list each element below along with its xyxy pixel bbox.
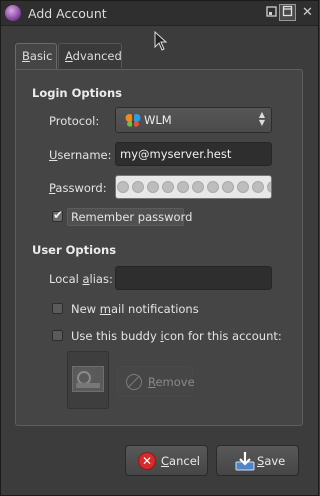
password-mask-dot bbox=[252, 181, 264, 193]
password-mask-dot bbox=[117, 181, 129, 193]
protocol-label: Protocol: bbox=[49, 114, 100, 128]
save-button[interactable]: Save bbox=[216, 445, 299, 476]
maximize-icon[interactable] bbox=[279, 4, 296, 21]
tab-basic[interactable]: Basic bbox=[15, 43, 57, 70]
username-label: Username: bbox=[49, 148, 112, 162]
updown-arrows-icon: ▲ ▼ bbox=[258, 110, 266, 127]
buddy-icon-label[interactable]: Use this buddy icon for this account: bbox=[71, 329, 282, 343]
remove-label: Remove bbox=[148, 375, 195, 389]
password-input[interactable] bbox=[115, 175, 272, 199]
local-alias-label: Local alias: bbox=[49, 272, 113, 286]
password-mask bbox=[117, 181, 271, 195]
password-mask-dot bbox=[207, 181, 219, 193]
protocol-value: WLM bbox=[144, 113, 172, 127]
remove-button[interactable]: Remove bbox=[117, 366, 195, 397]
password-mask-dot bbox=[192, 181, 204, 193]
password-mask-dot bbox=[132, 181, 144, 193]
remember-password-checkbox[interactable]: ✔ bbox=[52, 208, 64, 222]
password-mask-dot bbox=[237, 181, 249, 193]
buddy-image-icon bbox=[72, 366, 104, 392]
buddy-icon-checkbox[interactable] bbox=[52, 330, 63, 341]
restore-icon[interactable] bbox=[264, 5, 279, 20]
wlm-butterfly-icon bbox=[125, 114, 141, 127]
password-mask-dot bbox=[222, 181, 234, 193]
check-icon: ✔ bbox=[53, 208, 64, 222]
remember-password-label[interactable]: Remember password bbox=[71, 210, 192, 224]
login-options-heading: Login Options bbox=[32, 86, 122, 100]
new-mail-label[interactable]: New mail notifications bbox=[71, 302, 199, 316]
protocol-select[interactable]: WLM ▲ ▼ bbox=[115, 107, 272, 133]
cancel-button[interactable]: ✕ Cancel bbox=[125, 445, 208, 476]
user-options-heading: User Options bbox=[32, 243, 117, 257]
username-input[interactable]: my@myserver.hest bbox=[115, 142, 272, 166]
password-mask-dot bbox=[177, 181, 189, 193]
title-bar: Add Account ✕ bbox=[1, 1, 318, 26]
mouse-cursor-icon bbox=[154, 31, 168, 51]
password-mask-dot bbox=[162, 181, 174, 193]
password-label: Password: bbox=[49, 181, 107, 195]
save-icon bbox=[235, 452, 255, 471]
password-mask-dot bbox=[267, 181, 271, 193]
new-mail-checkbox[interactable] bbox=[52, 303, 63, 314]
save-label: Save bbox=[257, 454, 286, 468]
password-mask-dot bbox=[147, 181, 159, 193]
tab-advanced[interactable]: Advanced bbox=[58, 43, 122, 68]
close-icon[interactable]: ✕ bbox=[300, 5, 315, 20]
remove-icon bbox=[126, 374, 142, 390]
add-account-window: Add Account ✕ Basic Advanced Login Optio… bbox=[0, 0, 319, 496]
cancel-icon: ✕ bbox=[138, 452, 156, 470]
app-icon[interactable] bbox=[5, 5, 21, 21]
window-title: Add Account bbox=[28, 6, 107, 21]
cancel-label: Cancel bbox=[161, 454, 200, 468]
local-alias-input[interactable] bbox=[115, 266, 272, 290]
buddy-icon-button[interactable] bbox=[67, 351, 109, 409]
